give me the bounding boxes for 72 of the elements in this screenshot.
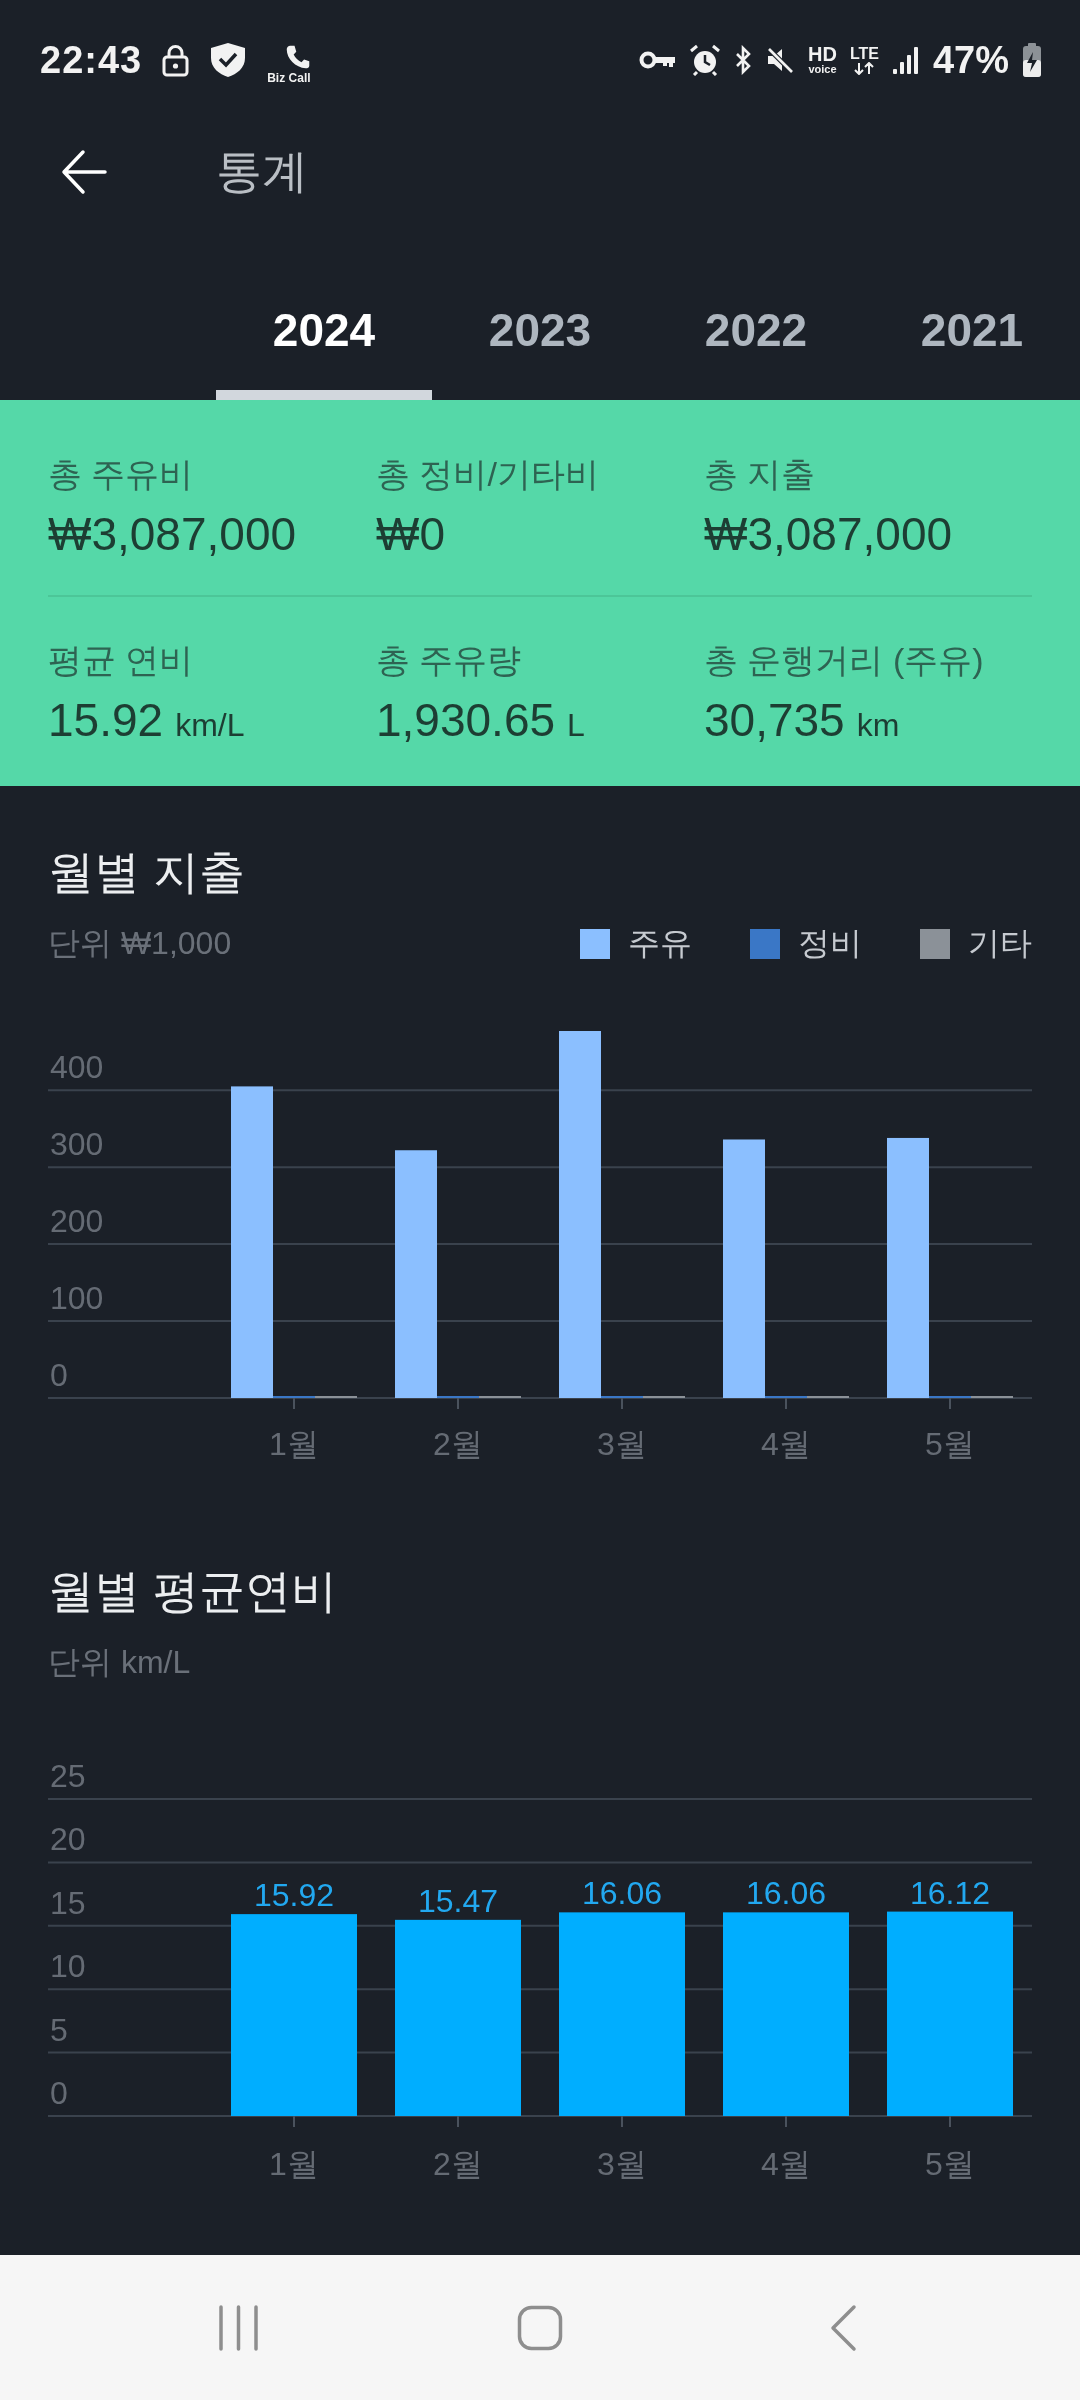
chart-title: 월별 평균연비 [48,1564,337,1619]
x-axis-label: 3월 [597,1426,647,1462]
battery-percent: 47% [932,38,1009,82]
stat-value: 30,735 [704,693,845,748]
status-time: 22:43 [40,38,143,82]
stat-label: 평균 연비 [48,640,194,681]
x-axis-label: 4월 [761,2146,811,2182]
legend-label: 주유 [628,924,692,963]
stat-value: ₩3,087,000 [48,507,297,562]
stat-unit: L [567,706,585,745]
stat-label: 총 주유비 [48,454,194,495]
y-axis-label: 100 [50,1280,104,1317]
recents-icon[interactable] [218,2304,259,2351]
back-icon[interactable] [830,2303,857,2352]
signal-icon [891,46,920,74]
bluetooth-icon [734,45,752,75]
year-tab[interactable]: 2023 [432,280,648,400]
data-label: 16.06 [745,1875,827,1912]
x-axis-label: 1월 [269,2146,319,2182]
lock-icon [162,43,190,77]
alarm-icon [689,44,721,76]
y-axis-label: 10 [50,1948,86,1985]
chart-title: 월별 지출 [48,845,245,900]
key-icon [639,50,676,70]
hd-label: HD [808,45,837,63]
x-axis-label: 2월 [433,1426,483,1462]
data-label: 16.12 [909,1874,991,1911]
stat-value: 1,930.65 [376,693,556,748]
year-tab[interactable]: 2021 [864,280,1080,400]
legend-label: 정비 [798,924,862,963]
y-axis-label: 0 [50,1357,68,1393]
y-axis-label: 5 [50,2011,68,2048]
stat-label: 총 정비/기타비 [376,454,599,495]
y-axis-label: 25 [50,1758,86,1794]
year-tab[interactable]: 2022 [648,280,864,400]
stat-label: 총 지출 [704,454,816,495]
y-axis-label: 400 [50,1049,104,1086]
back-arrow-icon[interactable] [61,149,107,195]
legend-label: 기타 [968,924,1032,963]
data-arrows-icon [853,61,876,75]
stat-value: ₩0 [376,507,445,562]
data-label: 15.47 [417,1882,499,1919]
y-axis-label: 15 [50,1884,86,1921]
x-axis-label: 5월 [925,2146,975,2182]
biz-call-label: Biz Call [267,71,311,85]
stat-value: 15.92 [48,693,164,748]
x-axis-label: 4월 [761,1426,811,1462]
x-axis-label: 3월 [597,2146,647,2182]
unit-label: 단위 ₩1,000 [48,924,232,963]
data-label: 15.92 [253,1877,335,1914]
stat-unit: km [856,706,900,745]
y-axis-label: 0 [50,2075,68,2111]
network-label: LTE [849,45,879,62]
mute-icon [765,45,795,75]
y-axis-label: 20 [50,1821,86,1858]
stat-unit: km/L [175,706,245,745]
x-axis-label: 2월 [433,2146,483,2182]
y-axis-label: 300 [50,1126,104,1163]
voice-label: voice [808,63,837,75]
battery-charging-icon [1022,43,1042,77]
data-label: 16.06 [581,1875,663,1912]
screen-title: 통계 [216,144,308,199]
y-axis-label: 200 [50,1203,104,1240]
stat-label: 총 운행거리 (주유) [704,640,984,681]
shield-check-icon [209,42,248,78]
stat-value: ₩3,087,000 [704,507,953,562]
home-icon[interactable] [517,2304,563,2351]
unit-label: 단위 km/L [48,1643,191,1682]
phone-icon [284,43,311,70]
x-axis-label: 1월 [269,1426,319,1462]
x-axis-label: 5월 [925,1426,975,1462]
stat-label: 총 주유량 [376,640,522,681]
